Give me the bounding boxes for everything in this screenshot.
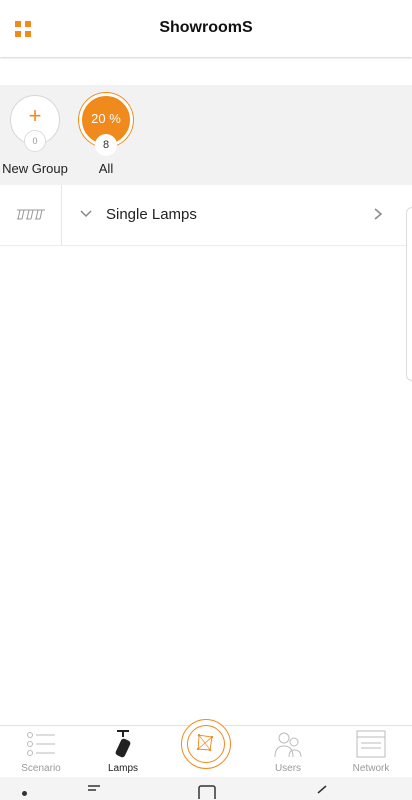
hub-icon [196,734,214,752]
nav-lamps[interactable]: Lamps [82,726,164,778]
chevron-right-icon[interactable] [372,207,384,221]
nav-scenario[interactable]: Scenario [0,726,82,778]
system-nav-bar [0,777,412,800]
single-lamps-label: Single Lamps [106,206,197,223]
new-group-button[interactable]: + 0 New Group [0,95,70,176]
new-group-circle[interactable]: + 0 [10,95,60,152]
nav-network-label: Network [352,763,390,774]
hub-ring [187,725,225,763]
home-icon[interactable] [198,785,216,799]
new-group-count: 0 [24,130,46,152]
nav-network[interactable]: Network [330,726,412,778]
all-group-circle[interactable]: 20 % 8 [79,93,133,156]
spotlight-icon [115,730,131,758]
single-lamps-row[interactable]: Single Lamps [0,185,412,246]
chevron-down-icon[interactable] [79,207,93,221]
all-group-count: 8 [95,134,117,156]
list-icon [27,732,55,756]
new-group-label: New Group [2,161,68,176]
nav-users-label: Users [274,763,302,774]
nav-scenario-label: Scenario [21,763,61,774]
app-root: ShowroomS + 0 New Group 20 % 8 All Singl… [0,0,412,800]
network-icon [356,730,386,758]
page-title: ShowroomS [159,19,253,36]
users-icon [274,732,302,758]
all-group-label: All [98,161,114,176]
hub-button[interactable] [181,719,231,769]
lamps-icon-cell [0,185,62,246]
nav-users[interactable]: Users [247,726,329,778]
nav-lamps-label: Lamps [107,763,138,774]
all-group-button[interactable]: 20 % 8 All [71,93,141,176]
all-group-percent: 20 % [91,111,121,126]
bottom-nav: Scenario Lamps Users Network [0,719,412,778]
groups-bar: + 0 New Group 20 % 8 All [0,85,412,185]
lamp-group-icon [17,209,45,220]
side-scroll-handle[interactable] [406,207,412,381]
recents-icon[interactable] [86,785,102,799]
plus-icon: + [28,103,42,128]
app-header: ShowroomS [0,0,412,57]
assistant-dot-icon[interactable] [22,791,27,796]
back-icon[interactable] [314,785,330,799]
